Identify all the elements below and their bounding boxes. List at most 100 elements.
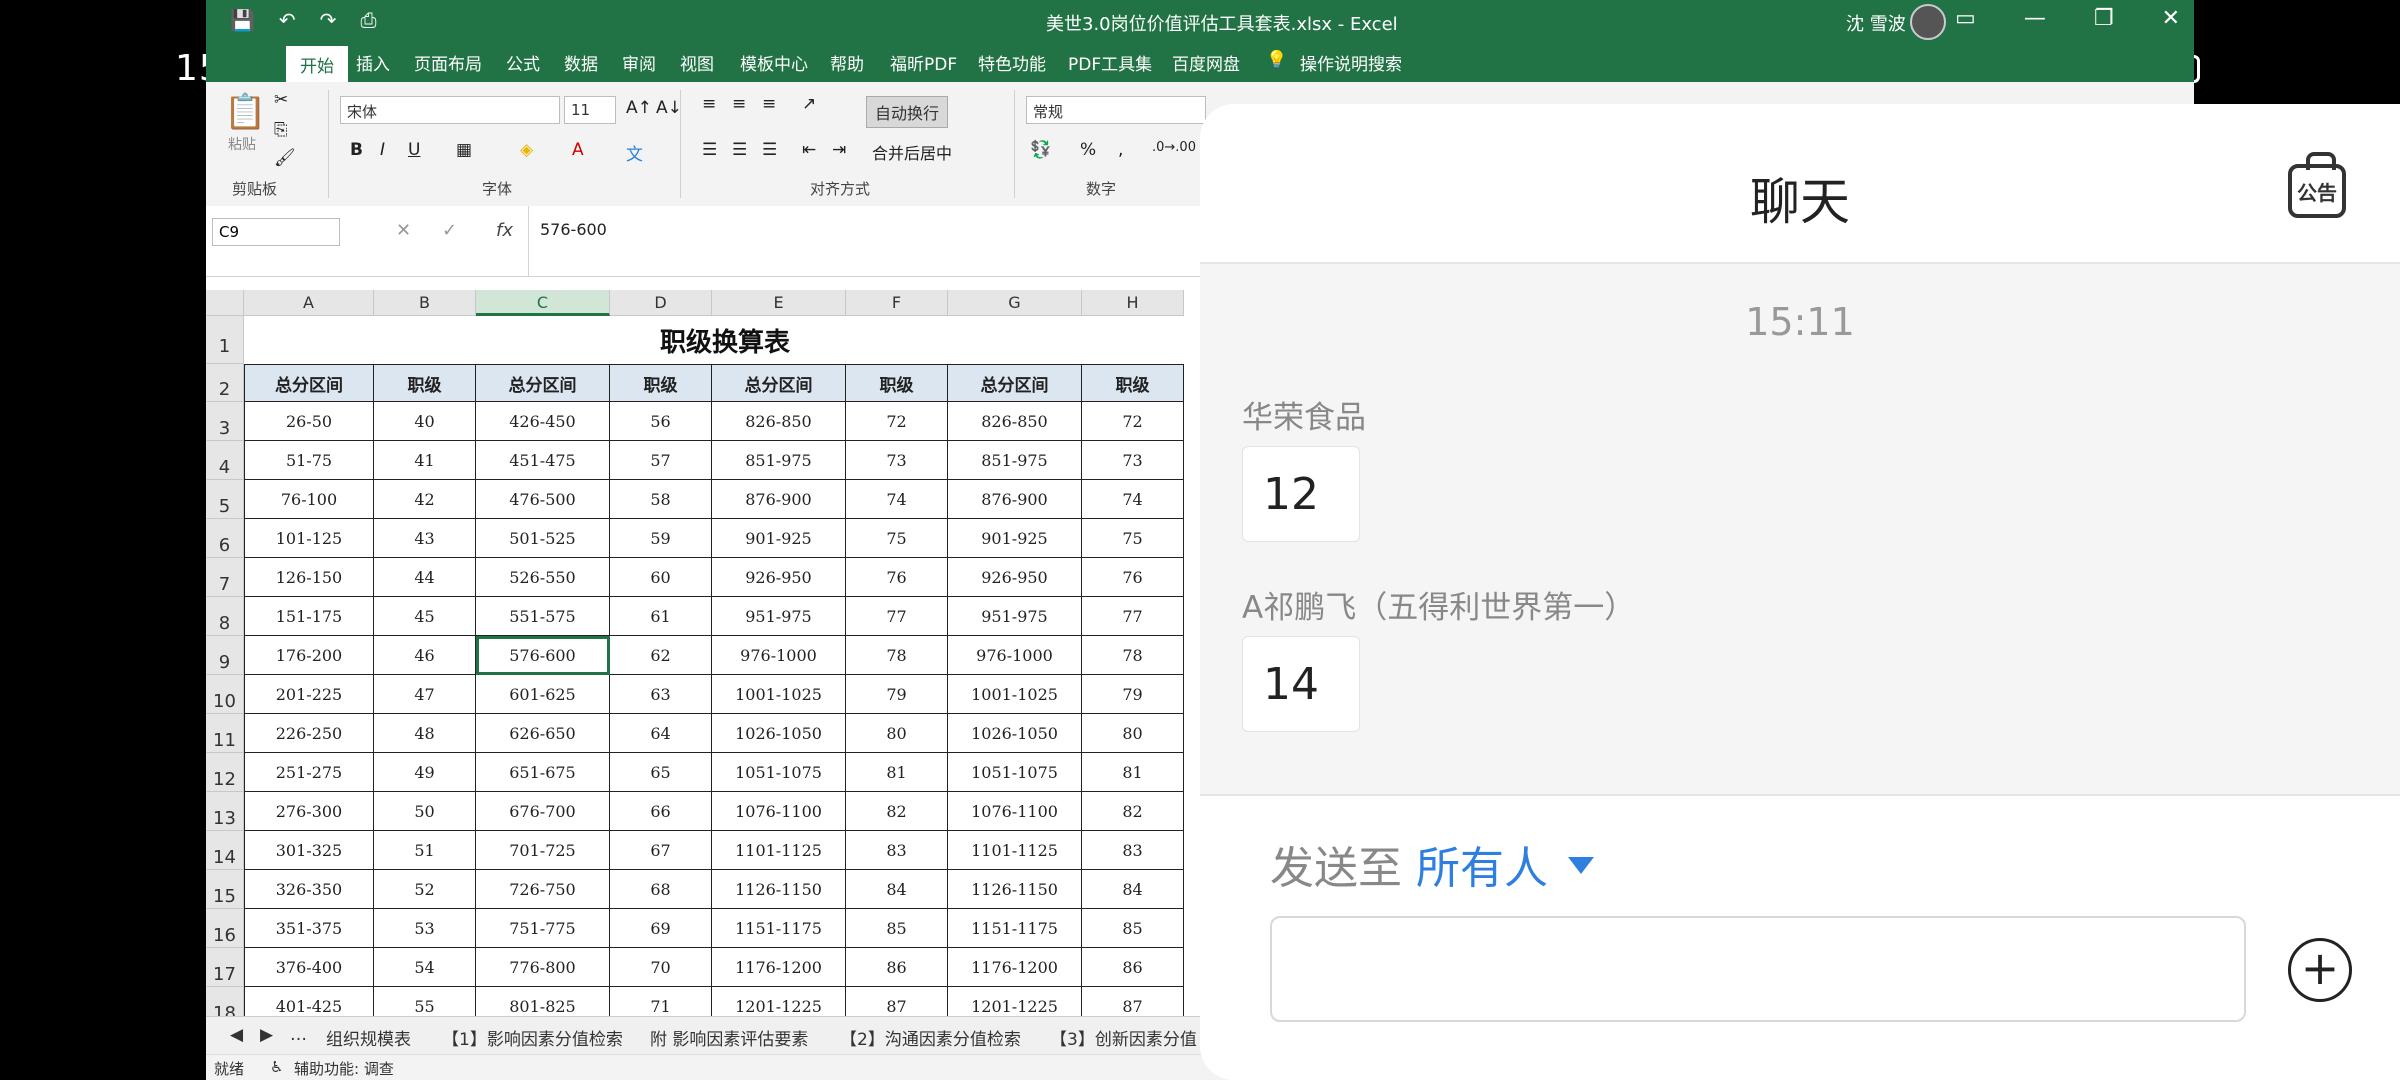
table-cell[interactable]: 76-100 [244, 480, 374, 519]
table-cell[interactable]: 326-350 [244, 870, 374, 909]
table-cell[interactable]: 85 [846, 909, 948, 948]
scroll-right-icon[interactable]: ▶ [260, 1025, 273, 1045]
table-cell[interactable]: 84 [846, 870, 948, 909]
table-cell[interactable]: 476-500 [476, 480, 610, 519]
selected-cell[interactable]: 576-600 [476, 636, 610, 675]
row-header[interactable]: 17 [206, 948, 244, 987]
table-cell[interactable]: 1001-1025 [948, 675, 1082, 714]
table-cell[interactable]: 951-975 [712, 597, 846, 636]
table-cell[interactable]: 47 [374, 675, 476, 714]
table-cell[interactable]: 82 [1082, 792, 1184, 831]
tab-foxit-pdf[interactable]: 福昕PDF [890, 50, 957, 75]
avatar[interactable] [1910, 4, 1946, 40]
table-cell[interactable]: 52 [374, 870, 476, 909]
table-cell[interactable]: 64 [610, 714, 712, 753]
insert-function-icon[interactable]: fx [496, 220, 513, 241]
table-cell[interactable]: 851-975 [712, 441, 846, 480]
percent-icon[interactable]: % [1080, 140, 1096, 160]
sheet-tab[interactable]: 【1】影响因素分值检索 [442, 1025, 623, 1050]
send-to-selector[interactable]: 发送至 所有人 [1270, 832, 1594, 896]
table-cell[interactable]: 77 [846, 597, 948, 636]
row-header[interactable]: 2 [206, 364, 244, 402]
column-header[interactable]: G [948, 290, 1082, 316]
table-cell[interactable]: 676-700 [476, 792, 610, 831]
cut-icon[interactable]: ✂ [274, 90, 288, 110]
increase-decimal-icon[interactable]: .0→.00 [1152, 140, 1196, 155]
table-cell[interactable]: 79 [846, 675, 948, 714]
table-cell[interactable]: 451-475 [476, 441, 610, 480]
table-cell[interactable]: 376-400 [244, 948, 374, 987]
align-top-icon[interactable]: ≡ [702, 94, 716, 114]
sheet-tab[interactable]: 【2】沟通因素分值检索 [840, 1025, 1021, 1050]
font-color-icon[interactable]: A [572, 140, 584, 160]
table-cell[interactable]: 1151-1175 [712, 909, 846, 948]
table-cell[interactable]: 60 [610, 558, 712, 597]
print-preview-icon[interactable]: ⎙ [360, 8, 376, 32]
table-cell[interactable]: 46 [374, 636, 476, 675]
tab-view[interactable]: 视图 [680, 50, 714, 75]
merge-center-button[interactable]: 合并后居中 [872, 140, 952, 164]
table-cell[interactable]: 101-125 [244, 519, 374, 558]
table-cell[interactable]: 81 [846, 753, 948, 792]
column-header[interactable]: A [244, 290, 374, 316]
column-header[interactable]: D [610, 290, 712, 316]
table-cell[interactable]: 876-900 [948, 480, 1082, 519]
table-cell[interactable]: 51 [374, 831, 476, 870]
table-cell[interactable]: 276-300 [244, 792, 374, 831]
table-cell[interactable]: 1176-1200 [712, 948, 846, 987]
message-bubble[interactable]: 14 [1242, 636, 1360, 732]
row-header[interactable]: 12 [206, 753, 244, 792]
table-cell[interactable]: 56 [610, 402, 712, 441]
table-cell[interactable]: 301-325 [244, 831, 374, 870]
table-cell[interactable]: 74 [1082, 480, 1184, 519]
user-name[interactable]: 沈 雪波 [1846, 10, 1906, 36]
orientation-icon[interactable]: ↗ [802, 94, 816, 114]
table-cell[interactable]: 78 [1082, 636, 1184, 675]
table-cell[interactable]: 83 [846, 831, 948, 870]
table-cell[interactable]: 1076-1100 [948, 792, 1082, 831]
tell-me-search[interactable]: 操作说明搜索 [1300, 50, 1402, 75]
table-header-cell[interactable]: 职级 [1082, 364, 1184, 402]
table-cell[interactable]: 76 [1082, 558, 1184, 597]
table-cell[interactable]: 751-775 [476, 909, 610, 948]
table-cell[interactable]: 901-925 [712, 519, 846, 558]
table-header-cell[interactable]: 总分区间 [476, 364, 610, 402]
table-cell[interactable]: 726-750 [476, 870, 610, 909]
align-right-icon[interactable]: ☰ [762, 140, 777, 160]
table-cell[interactable]: 1026-1050 [712, 714, 846, 753]
decrease-indent-icon[interactable]: ⇤ [802, 140, 816, 160]
table-cell[interactable]: 176-200 [244, 636, 374, 675]
bold-icon[interactable]: B [350, 140, 363, 160]
tab-help[interactable]: 帮助 [830, 50, 864, 75]
table-cell[interactable]: 976-1000 [948, 636, 1082, 675]
table-cell[interactable]: 73 [846, 441, 948, 480]
table-cell[interactable]: 66 [610, 792, 712, 831]
table-cell[interactable]: 83 [1082, 831, 1184, 870]
table-cell[interactable]: 79 [1082, 675, 1184, 714]
table-cell[interactable]: 826-850 [948, 402, 1082, 441]
table-cell[interactable]: 50 [374, 792, 476, 831]
caret-down-icon[interactable] [1568, 856, 1594, 874]
cancel-icon[interactable]: ✕ [396, 220, 411, 241]
add-icon[interactable]: + [2288, 938, 2352, 1002]
table-cell[interactable]: 526-550 [476, 558, 610, 597]
font-name-select[interactable]: 宋体 [340, 96, 560, 124]
table-cell[interactable]: 1151-1175 [948, 909, 1082, 948]
table-cell[interactable]: 1101-1125 [712, 831, 846, 870]
table-cell[interactable]: 77 [1082, 597, 1184, 636]
comma-icon[interactable]: , [1118, 140, 1123, 160]
row-header[interactable]: 8 [206, 597, 244, 636]
underline-icon[interactable]: U [408, 140, 420, 160]
number-format-select[interactable]: 常规 [1026, 96, 1206, 124]
table-header-cell[interactable]: 职级 [846, 364, 948, 402]
align-bottom-icon[interactable]: ≡ [762, 94, 776, 114]
redo-icon[interactable]: ↷ [320, 8, 337, 32]
row-header[interactable]: 15 [206, 870, 244, 909]
sheet-tab[interactable]: 附 影响因素评估要素 [650, 1025, 808, 1050]
table-cell[interactable]: 69 [610, 909, 712, 948]
row-header[interactable]: 3 [206, 402, 244, 441]
tab-features[interactable]: 特色功能 [978, 50, 1046, 75]
column-header[interactable]: C [476, 290, 610, 316]
phonetic-icon[interactable]: 文 [626, 140, 643, 165]
table-header-cell[interactable]: 职级 [374, 364, 476, 402]
